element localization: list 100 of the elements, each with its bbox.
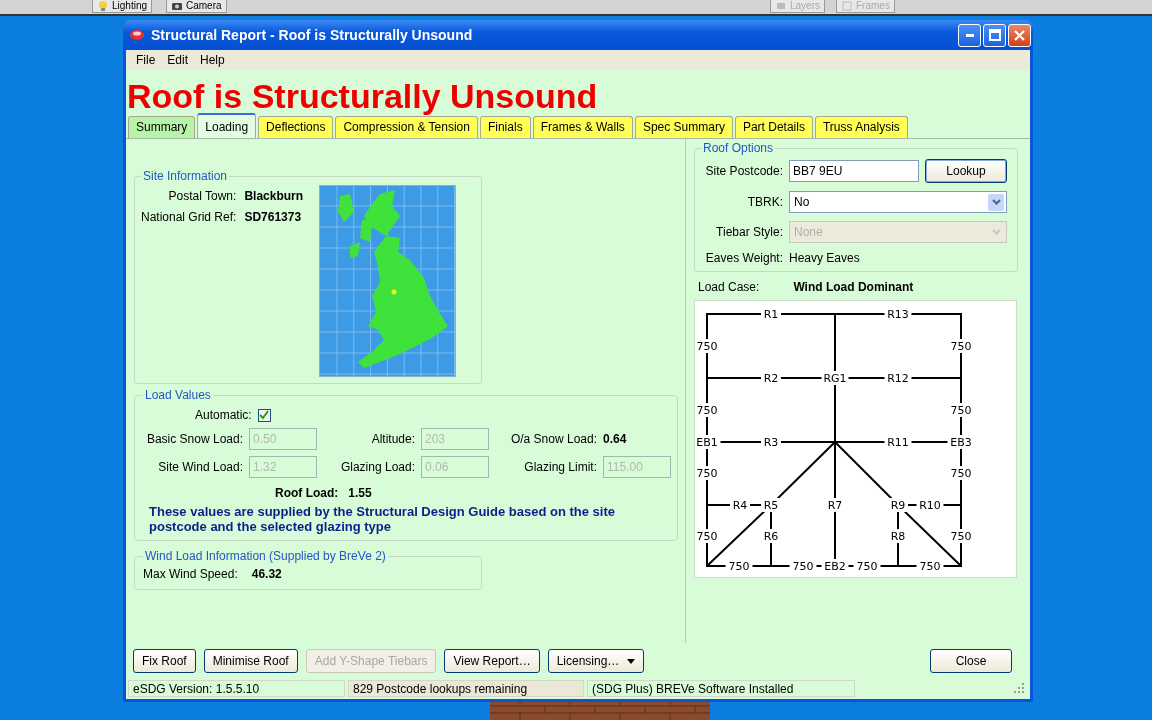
field-label: Max Wind Speed: — [143, 567, 238, 581]
diagram-label: 750 — [950, 404, 972, 417]
field-label: Altitude: — [370, 432, 415, 446]
input-field[interactable]: BB7 9EU — [789, 160, 919, 182]
close-icon — [1014, 29, 1025, 41]
window-title: Structural Report - Roof is Structurally Unsound — [151, 27, 474, 43]
diagram-label: R1 — [763, 308, 779, 321]
diagram-label: RG1 — [823, 372, 847, 385]
diagram-label: R2 — [763, 372, 779, 385]
diagram-label: R10 — [919, 499, 941, 512]
minimize-icon — [965, 33, 974, 37]
diagram-label: 750 — [696, 530, 718, 543]
tab[interactable]: Deflections — [258, 116, 334, 138]
tab[interactable]: Frames & Walls — [532, 116, 633, 138]
diagram-label: R9 — [890, 499, 906, 512]
info-note: These values are supplied by the Structural Design Guide based on the site postcode and the selected glazing type — [149, 504, 616, 534]
layers-icon — [775, 0, 787, 12]
group-title: Load Values — [144, 388, 212, 402]
action-button[interactable]: Fix Roof — [133, 649, 196, 673]
chevron-down-icon — [991, 199, 1001, 205]
diagram-label: 750 — [696, 467, 718, 480]
close-button[interactable] — [1008, 23, 1031, 47]
diagram-label: EB2 — [824, 560, 846, 573]
tab[interactable]: Part Details — [734, 116, 813, 138]
diagram-label: 750 — [696, 340, 718, 353]
field-label: Site Postcode: — [704, 164, 783, 178]
field-label: Roof Load: — [275, 486, 339, 500]
tab[interactable]: Compression & Tension — [335, 116, 478, 138]
field-value: Wind Load Dominant — [793, 280, 914, 294]
field-value: 46.32 — [251, 567, 282, 581]
status-heading: Roof is Structurally Unsound — [126, 76, 599, 114]
menu-item[interactable]: Help — [194, 53, 231, 67]
diagram-label: R7 — [827, 499, 843, 512]
diagram-label: R6 — [763, 530, 779, 543]
field-label: Load Case: — [698, 280, 760, 294]
tab[interactable]: Truss Analysis — [814, 116, 908, 138]
diagram-label: 750 — [950, 467, 972, 480]
group-title: Site Information — [142, 169, 229, 183]
maximize-icon — [988, 29, 1001, 41]
diagram-label: R11 — [887, 436, 909, 449]
diagram-label: EB3 — [950, 436, 972, 449]
dropdown[interactable]: No — [789, 191, 1007, 213]
lightbulb-icon — [97, 0, 109, 12]
diagram-label: 750 — [696, 404, 718, 417]
field-value: Heavy Eaves — [789, 251, 861, 265]
field-label: O/a Snow Load: — [509, 432, 597, 446]
field-label: National Grid Ref: — [141, 210, 237, 224]
field-label: Basic Snow Load: — [145, 432, 243, 446]
checkbox[interactable] — [257, 408, 271, 422]
diagram-label: R8 — [890, 530, 906, 543]
group-title: Roof Options — [702, 141, 775, 155]
field-value: Blackburn — [244, 189, 304, 203]
app-icon — [129, 29, 145, 41]
caret-down-icon — [627, 658, 636, 664]
tab[interactable]: Finials — [479, 116, 531, 138]
diagram-label: 750 — [950, 530, 972, 543]
diagram-label: R5 — [763, 499, 779, 512]
diagram-label: R13 — [887, 308, 909, 321]
diagram-label: 750 — [792, 560, 814, 573]
action-button[interactable]: Minimise Roof — [203, 649, 298, 673]
status-bar-section: eSDG Version: 1.5.5.10 — [128, 679, 345, 697]
field-value: 1.55 — [348, 486, 372, 500]
diagram-label: R3 — [763, 436, 779, 449]
resize-grip-icon — [1014, 683, 1024, 693]
diagram-label: 750 — [728, 560, 750, 573]
diagram-label: 750 — [919, 560, 941, 573]
toolbar-button[interactable]: Lighting — [92, 0, 153, 13]
group-title: Wind Load Information (Supplied by BreVe 2) — [144, 549, 387, 563]
field-value: SD761373 — [244, 210, 303, 224]
checkmark-icon — [259, 410, 270, 420]
tab[interactable]: Loading — [197, 113, 257, 138]
diagram-label: EB1 — [696, 436, 718, 449]
diagram-label: 750 — [856, 560, 878, 573]
field-label: TBRK: — [746, 195, 783, 209]
status-bar-section: 829 Postcode lookups remaining — [348, 679, 584, 697]
field-label: Automatic: — [195, 408, 252, 422]
menu-item[interactable]: Edit — [161, 53, 195, 67]
close-button[interactable]: Close — [930, 649, 1012, 673]
field-value: 0.64 — [603, 432, 628, 446]
menu-button[interactable]: Licensing… — [547, 649, 645, 673]
minimize-button[interactable] — [958, 23, 981, 47]
field-label: Glazing Limit: — [523, 460, 597, 474]
menu-item[interactable]: File — [130, 53, 162, 67]
tab[interactable]: Spec Summary — [634, 116, 733, 138]
diagram-label: R12 — [887, 372, 909, 385]
diagram-label: R4 — [732, 499, 748, 512]
diagram-label: 750 — [950, 340, 972, 353]
status-bar-section: (SDG Plus) BREVe Software Installed — [587, 679, 855, 697]
camera-icon — [171, 0, 183, 12]
chevron-down-icon — [991, 229, 1001, 235]
tab[interactable]: Summary — [128, 116, 196, 138]
maximize-button[interactable] — [983, 23, 1006, 47]
field-label: Site Wind Load: — [157, 460, 243, 474]
field-label: Postal Town: — [167, 189, 237, 203]
lookup-button[interactable]: Lookup — [925, 159, 1007, 183]
field-label: Glazing Load: — [339, 460, 415, 474]
toolbar-button[interactable]: Camera — [166, 0, 227, 13]
frame-icon — [841, 0, 853, 12]
field-label: Eaves Weight: — [704, 251, 783, 265]
action-button[interactable]: View Report… — [444, 649, 540, 673]
